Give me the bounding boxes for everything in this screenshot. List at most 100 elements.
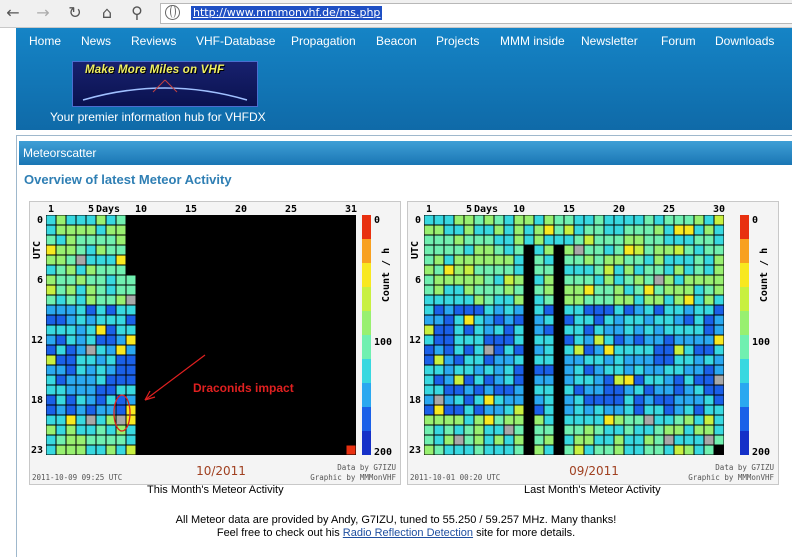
heatmap-cell xyxy=(66,295,76,305)
heatmap-cell xyxy=(574,345,584,355)
heatmap-cell xyxy=(644,375,654,385)
heatmap-cell xyxy=(714,245,724,255)
heatmap-cell xyxy=(654,435,664,445)
heatmap-cell xyxy=(654,225,664,235)
reload-icon[interactable]: ↻ xyxy=(65,3,85,23)
heatmap-cell xyxy=(614,265,624,275)
heatmap-cell xyxy=(694,375,704,385)
heatmap-cell xyxy=(424,445,434,455)
heatmap-cell xyxy=(96,345,106,355)
heatmap-cell xyxy=(474,235,484,245)
heatmap-cell xyxy=(574,415,584,425)
heatmap-cell xyxy=(424,245,434,255)
back-icon[interactable]: ← xyxy=(3,3,23,23)
heatmap-cell xyxy=(544,315,554,325)
heatmap-cell xyxy=(86,225,96,235)
nav-reviews[interactable]: Reviews xyxy=(131,34,176,48)
heatmap-cell xyxy=(504,395,514,405)
nav-projects[interactable]: Projects xyxy=(436,34,479,48)
heatmap-cell xyxy=(534,395,544,405)
heatmap-cell xyxy=(76,265,86,275)
nav-home[interactable]: Home xyxy=(29,34,61,48)
heatmap-cell xyxy=(564,395,574,405)
heatmap-cell xyxy=(56,295,66,305)
nav-vhf-database[interactable]: VHF-Database xyxy=(196,34,275,48)
heatmap-cell xyxy=(624,435,634,445)
heatmap-cell xyxy=(544,305,554,315)
heatmap-cell xyxy=(714,285,724,295)
caption-this-month: This Month's Meteor Activity xyxy=(147,484,284,496)
address-bar[interactable]: http://www.mmmonvhf.de/ms.php xyxy=(160,3,792,24)
heatmap-cell xyxy=(604,365,614,375)
heatmap-cell xyxy=(664,405,674,415)
footer-line-2: Feel free to check out his Radio Reflect… xyxy=(0,527,792,539)
heatmap-cell xyxy=(76,425,86,435)
heatmap-cell xyxy=(664,435,674,445)
heatmap-cell xyxy=(654,245,664,255)
site-logo[interactable]: Make More Miles on VHF xyxy=(72,61,258,107)
nav-downloads[interactable]: Downloads xyxy=(715,34,774,48)
heatmap-cell xyxy=(484,255,494,265)
heatmap-cell xyxy=(504,305,514,315)
heatmap-cell xyxy=(424,405,434,415)
heatmap-cell xyxy=(514,345,524,355)
heatmap-cell xyxy=(614,435,624,445)
forward-icon[interactable]: → xyxy=(33,3,53,23)
heatmap-cell xyxy=(474,275,484,285)
nav-forum[interactable]: Forum xyxy=(661,34,696,48)
heatmap-cell xyxy=(504,435,514,445)
nav-propagation[interactable]: Propagation xyxy=(291,34,356,48)
heatmap-cell xyxy=(106,265,116,275)
heatmap-cell xyxy=(674,275,684,285)
heatmap-cell xyxy=(46,225,56,235)
nav-newsletter[interactable]: Newsletter xyxy=(581,34,638,48)
heatmap-cell xyxy=(106,315,116,325)
heatmap-cell xyxy=(674,435,684,445)
heatmap-cell xyxy=(96,375,106,385)
heatmap-cell xyxy=(704,285,714,295)
home-icon[interactable]: ⌂ xyxy=(97,3,117,23)
heatmap-cell xyxy=(96,355,106,365)
heatmap-cell xyxy=(514,435,524,445)
heatmap-cell xyxy=(574,265,584,275)
browser-toolbar: ← → ↻ ⌂ ⚲ http://www.mmmonvhf.de/ms.php xyxy=(0,0,792,28)
heatmap-cell xyxy=(614,405,624,415)
heatmap-cell xyxy=(46,275,56,285)
heatmap-cell xyxy=(544,275,554,285)
nav-news[interactable]: News xyxy=(81,34,111,48)
url-text[interactable]: http://www.mmmonvhf.de/ms.php xyxy=(191,6,383,20)
heatmap-cell xyxy=(66,355,76,365)
radio-reflection-link[interactable]: Radio Reflection Detection xyxy=(343,527,473,539)
heatmap-cell xyxy=(424,265,434,275)
heatmap-cell xyxy=(534,405,544,415)
heatmap-cell xyxy=(56,255,66,265)
heatmap-cell xyxy=(624,265,634,275)
heatmap-cell xyxy=(514,375,524,385)
nav-beacon[interactable]: Beacon xyxy=(376,34,417,48)
heatmap-cell xyxy=(604,355,614,365)
heatmap-cell xyxy=(604,285,614,295)
heatmap-cell xyxy=(474,415,484,425)
heatmap-cell xyxy=(664,415,674,425)
heatmap-cell xyxy=(634,235,644,245)
heatmap-cell xyxy=(704,345,714,355)
heatmap-cell xyxy=(86,235,96,245)
heatmap-cell xyxy=(584,255,594,265)
heatmap-cell xyxy=(116,235,126,245)
heatmap-cell xyxy=(424,285,434,295)
heatmap-cell xyxy=(46,345,56,355)
heatmap-cell xyxy=(544,395,554,405)
heatmap-cell xyxy=(474,225,484,235)
heatmap-cell xyxy=(126,445,136,455)
heatmap-cell xyxy=(504,315,514,325)
heatmap-cell xyxy=(714,415,724,425)
nav-mmm-inside[interactable]: MMM inside xyxy=(500,34,565,48)
heatmap-cell xyxy=(584,335,594,345)
key-icon[interactable]: ⚲ xyxy=(127,3,147,23)
heatmap-cell xyxy=(454,255,464,265)
heatmap-cell xyxy=(654,305,664,315)
heatmap-cell xyxy=(444,285,454,295)
heatmap-cell xyxy=(664,395,674,405)
heatmap-cell xyxy=(594,315,604,325)
heatmap-cell xyxy=(66,285,76,295)
